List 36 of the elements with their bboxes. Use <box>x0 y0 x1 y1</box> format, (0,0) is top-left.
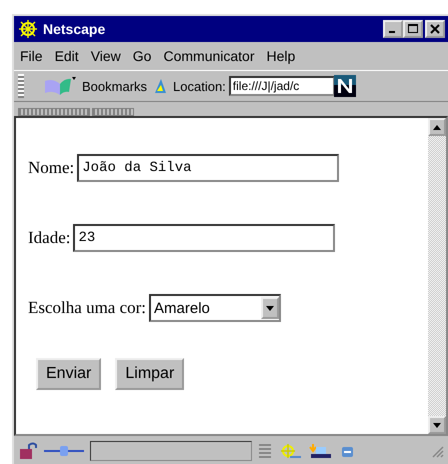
menu-item[interactable]: Communicator <box>163 48 254 64</box>
padlock-icon[interactable] <box>18 442 38 460</box>
text-field[interactable]: João da Silva <box>77 154 340 182</box>
toolbar-tab[interactable] <box>92 108 134 116</box>
vertical-scrollbar[interactable] <box>428 118 446 434</box>
toolbar-tab[interactable] <box>18 108 90 116</box>
scroll-up-icon[interactable] <box>428 118 446 136</box>
bookmarks-button[interactable]: Bookmarks <box>82 78 148 94</box>
form-button[interactable]: Enviar <box>36 358 102 390</box>
field-label: Escolha uma cor: <box>28 298 146 318</box>
inbox-icon[interactable] <box>308 443 334 459</box>
location-field[interactable]: file:///J|/jad/c <box>228 76 335 96</box>
netscape-logo-icon <box>334 75 356 97</box>
window-title: Netscape <box>43 21 106 37</box>
location-label: Location: <box>173 78 226 94</box>
color-dropdown[interactable]: Amarelo <box>149 294 282 322</box>
menu-item[interactable]: File <box>20 48 43 64</box>
connection-plug-icon <box>44 445 84 457</box>
toolbar-grip[interactable] <box>18 74 24 98</box>
menu-item[interactable]: Edit <box>54 48 79 64</box>
field-label: Nome: <box>28 158 74 178</box>
menu-item[interactable]: Go <box>132 48 152 64</box>
menu-item[interactable]: View <box>90 48 121 64</box>
maximize-button[interactable] <box>403 20 423 38</box>
list-icon[interactable] <box>258 443 272 459</box>
close-button[interactable] <box>425 20 445 38</box>
text-field[interactable]: 23 <box>73 224 336 252</box>
field-label: Idade: <box>28 228 70 248</box>
close-icon[interactable] <box>430 24 440 34</box>
resize-grip-icon[interactable] <box>430 444 444 458</box>
scroll-down-icon[interactable] <box>428 416 446 434</box>
minimize-button[interactable] <box>383 20 403 38</box>
form-button[interactable]: Limpar <box>115 358 184 390</box>
location-icon[interactable] <box>152 78 168 94</box>
menu-item[interactable]: Help <box>266 48 296 64</box>
maximize-icon[interactable] <box>408 24 418 34</box>
